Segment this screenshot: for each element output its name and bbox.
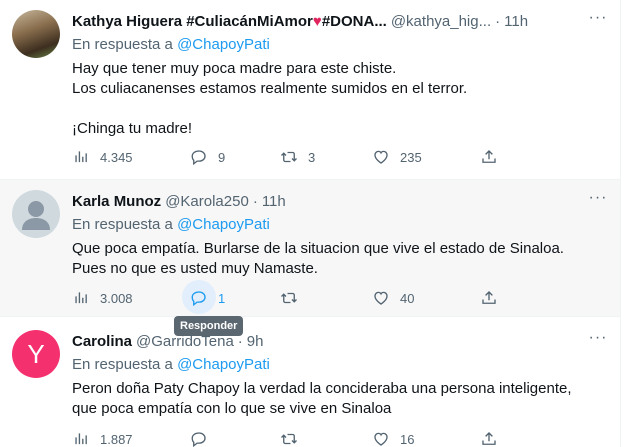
reply-button[interactable]: 9	[190, 147, 225, 167]
separator-dot: ·	[252, 192, 258, 210]
heart-icon	[374, 432, 388, 446]
tweet-1[interactable]: Kathya Higuera #CuliacánMiAmor ♥ #DONA..…	[0, 0, 620, 180]
reply-button[interactable]: 1	[182, 280, 226, 314]
separator-dot: ·	[495, 12, 501, 30]
avatar[interactable]: Y	[12, 330, 60, 378]
views-count: 1.887	[100, 431, 133, 447]
author-name[interactable]: Carolina	[72, 333, 132, 350]
reply-prefix: En respuesta a	[72, 216, 173, 233]
share-button[interactable]	[480, 288, 498, 308]
like-count: 16	[400, 431, 415, 447]
views-count: 4.345	[100, 149, 133, 165]
more-options-icon[interactable]: ···	[588, 190, 608, 211]
reply-context: En respuesta a @ChapoyPati	[72, 355, 608, 375]
timestamp[interactable]: 11h	[262, 193, 286, 210]
reply-icon	[191, 432, 206, 447]
like-button[interactable]: 235	[372, 147, 422, 167]
share-icon	[482, 150, 496, 163]
tweet-header: Carolina @GarridoTena · 9h	[72, 331, 608, 351]
reply-icon	[191, 291, 206, 307]
retweet-button[interactable]	[280, 288, 298, 308]
tweet-text: Peron doña Paty Chapoy la verdad la conc…	[72, 380, 572, 417]
heart-icon	[374, 291, 388, 305]
tweet-text: Que poca empatía. Burlarse de la situaci…	[72, 240, 564, 277]
share-button[interactable]	[480, 429, 498, 447]
author-name-suffix[interactable]: #DONA...	[322, 13, 387, 30]
views-icon	[75, 433, 87, 445]
reply-prefix: En respuesta a	[72, 36, 173, 53]
reply-mention-link[interactable]: @ChapoyPati	[177, 356, 270, 373]
more-options-icon[interactable]: ···	[588, 330, 608, 351]
author-name[interactable]: Kathya Higuera #CuliacánMiAmor	[72, 13, 313, 30]
reply-count: 1	[218, 290, 226, 306]
reply-prefix: En respuesta a	[72, 356, 173, 373]
avatar-letter: Y	[27, 338, 45, 369]
share-button[interactable]	[480, 147, 498, 167]
views-button[interactable]: 3.008	[72, 288, 133, 308]
views-count: 3.008	[100, 290, 133, 306]
tweet-header: Kathya Higuera #CuliacánMiAmor ♥ #DONA..…	[72, 11, 608, 31]
views-icon	[75, 151, 87, 163]
tweet-text: Hay que tener muy poca madre para este c…	[72, 60, 468, 137]
timestamp[interactable]: 11h	[504, 13, 528, 30]
retweet-button[interactable]	[280, 429, 298, 447]
views-icon	[75, 292, 87, 304]
more-options-icon[interactable]: ···	[588, 10, 608, 31]
tweet-actions: 3.008 1 40	[72, 280, 502, 314]
retweet-count: 3	[308, 149, 316, 165]
reply-context: En respuesta a @ChapoyPati	[72, 215, 608, 235]
share-icon	[482, 432, 496, 445]
retweet-icon	[281, 151, 297, 163]
heart-icon	[374, 150, 388, 164]
avatar[interactable]	[12, 10, 60, 58]
author-handle[interactable]: @Karola250	[165, 193, 249, 210]
reply-context: En respuesta a @ChapoyPati	[72, 35, 608, 55]
tweet-3[interactable]: Y Carolina @GarridoTena · 9h ··· En resp…	[0, 318, 620, 447]
like-count: 40	[400, 290, 415, 306]
reply-mention-link[interactable]: @ChapoyPati	[177, 216, 270, 233]
author-handle[interactable]: @kathya_hig...	[391, 13, 491, 30]
default-avatar-icon	[22, 201, 50, 230]
avatar[interactable]	[12, 190, 60, 238]
retweet-icon	[281, 292, 297, 304]
tweet-2[interactable]: Karla Munoz @Karola250 · 11h ··· En resp…	[0, 180, 620, 317]
like-button[interactable]: 16	[372, 429, 414, 447]
reply-count: 9	[218, 149, 226, 165]
timestamp[interactable]: 9h	[247, 333, 264, 350]
share-icon	[482, 291, 496, 304]
heart-emoji-icon: ♥	[312, 12, 322, 30]
retweet-button[interactable]: 3	[280, 147, 315, 167]
views-button[interactable]: 1.887	[72, 429, 133, 447]
retweet-icon	[281, 433, 297, 445]
tweet-actions: 4.345 9 3 235	[72, 147, 502, 167]
author-name[interactable]: Karla Munoz	[72, 193, 161, 210]
like-button[interactable]: 40	[372, 288, 414, 308]
separator-dot: ·	[237, 332, 243, 350]
reply-icon	[191, 150, 206, 166]
like-count: 235	[400, 149, 422, 165]
tweet-actions: 1.887 16	[72, 429, 502, 447]
reply-button[interactable]	[190, 429, 208, 447]
timeline-border	[620, 0, 628, 447]
tweet-header: Karla Munoz @Karola250 · 11h	[72, 191, 608, 211]
author-handle[interactable]: @GarridoTena	[136, 333, 234, 350]
views-button[interactable]: 4.345	[72, 147, 133, 167]
reply-mention-link[interactable]: @ChapoyPati	[177, 36, 270, 53]
